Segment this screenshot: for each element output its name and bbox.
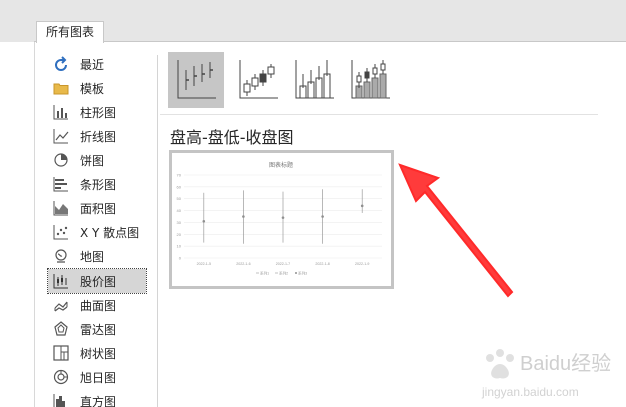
sidebar-item-label: 模板 [80,81,105,96]
sidebar-item-histogram[interactable]: 直方图 [48,389,146,407]
legend-label: 系列1 [260,271,269,276]
chart-type-title: 盘高-盘低-收盘图 [170,128,294,147]
sidebar-item-label: 树状图 [80,346,117,361]
dialog-left-border [34,42,35,407]
sidebar-item-label: 饼图 [80,153,105,168]
preview-chart-title: 图表标题 [269,161,293,169]
histogram-chart-icon [52,392,70,407]
x-tick-label: 2022-1-8 [315,262,329,266]
subtype-high-low-close[interactable] [168,52,224,108]
sidebar-item-label: 地图 [80,249,105,264]
high-low-close-icon [177,60,216,99]
sidebar-item-area[interactable]: 面积图 [48,196,146,220]
sidebar-item-pie[interactable]: 饼图 [48,148,146,172]
sidebar-item-label: 直方图 [80,394,117,407]
y-tick-label: 0 [179,256,182,261]
subtype-open-high-low-close[interactable] [230,52,286,108]
y-tick-label: 50 [177,196,182,201]
sidebar-item-label: 条形图 [80,177,117,192]
map-chart-icon [52,247,70,265]
area-chart-icon [52,199,70,217]
pie-chart-icon [52,151,70,169]
watermark-brand: Baidu经验 [520,352,611,375]
sidebar-item-bar[interactable]: 条形图 [48,172,146,196]
sidebar-item-templates[interactable]: 模板 [48,76,146,100]
sidebar-item-label: X Y 散点图 [80,225,140,240]
sidebar-item-label: 曲面图 [80,298,117,313]
preview-chart: 图表标题 70 60 50 40 30 20 10 0 2022-1-5 2022-1-6 202… [177,161,382,276]
sidebar-item-radar[interactable]: 雷达图 [48,317,146,341]
close-point [202,219,206,223]
subtype-divider [160,114,598,115]
volume-open-high-low-close-icon [351,60,390,99]
sidebar-item-treemap[interactable]: 树状图 [48,341,146,365]
x-tick-label: 2022-1-5 [197,262,211,266]
close-point [242,215,245,218]
sidebar-item-label: 雷达图 [80,322,117,337]
open-high-low-close-icon [239,60,278,99]
y-tick-label: 40 [177,208,182,213]
y-tick-label: 30 [177,220,182,225]
sidebar-item-label: 旭日图 [80,370,117,385]
legend-label: 系列3 [298,271,307,276]
column-chart-icon [52,103,70,121]
sidebar-item-sunburst[interactable]: 旭日图 [48,365,146,389]
treemap-chart-icon [52,344,70,362]
subtype-volume-high-low-close[interactable] [286,52,342,108]
chart-type-dialog: 所有图表 最近 模板 柱形图 折线图 饼图 条形图 面积图 X Y 散点图 地图… [0,0,626,407]
recent-icon [52,55,70,73]
legend-marker [295,272,297,274]
volume-high-low-close-icon [295,60,334,99]
sidebar-divider [157,55,158,407]
close-point [321,215,324,218]
line-chart-icon [52,127,70,145]
tab-bar [34,0,626,42]
close-point [360,204,364,208]
watermark-url: jingyan.baidu.com [481,385,579,399]
sidebar-item-label: 面积图 [80,201,117,216]
sidebar-item-scatter[interactable]: X Y 散点图 [48,220,146,244]
subtype-volume-open-high-low-close[interactable] [342,52,398,108]
sidebar-item-label: 股价图 [80,274,117,289]
radar-chart-icon [52,320,70,338]
tab-all-charts[interactable]: 所有图表 [36,21,104,43]
sidebar-item-column[interactable]: 柱形图 [48,100,146,124]
sidebar-item-label: 柱形图 [80,105,117,120]
sidebar-item-surface[interactable]: 曲面图 [48,293,146,317]
y-tick-label: 70 [177,173,182,178]
sidebar-item-stock[interactable]: 股价图 [47,268,147,294]
sidebar-item-recent[interactable]: 最近 [48,52,146,76]
sidebar-item-line[interactable]: 折线图 [48,124,146,148]
legend-label: 系列2 [279,271,288,276]
x-tick-label: 2022-1-6 [236,262,250,266]
sidebar-item-label: 折线图 [80,129,117,144]
baidu-watermark: Baidu经验 jingyan.baidu.com [481,349,611,399]
stock-chart-icon [52,272,70,290]
close-point [281,216,285,219]
folder-icon [52,79,70,97]
y-tick-label: 10 [177,244,182,249]
scatter-chart-icon [52,223,70,241]
sidebar-item-map[interactable]: 地图 [48,244,146,268]
bar-chart-icon [52,175,70,193]
surface-chart-icon [52,296,70,314]
x-tick-label: 2022-1-9 [355,262,369,266]
sunburst-chart-icon [52,368,70,386]
sidebar-item-label: 最近 [80,57,105,72]
x-tick-label: 2022-1-7 [276,262,290,266]
y-tick-label: 60 [177,184,182,189]
chart-preview[interactable]: 图表标题 70 60 50 40 30 20 10 0 2022-1-5 2022-1-6 202… [169,150,394,289]
y-tick-label: 20 [177,232,182,237]
